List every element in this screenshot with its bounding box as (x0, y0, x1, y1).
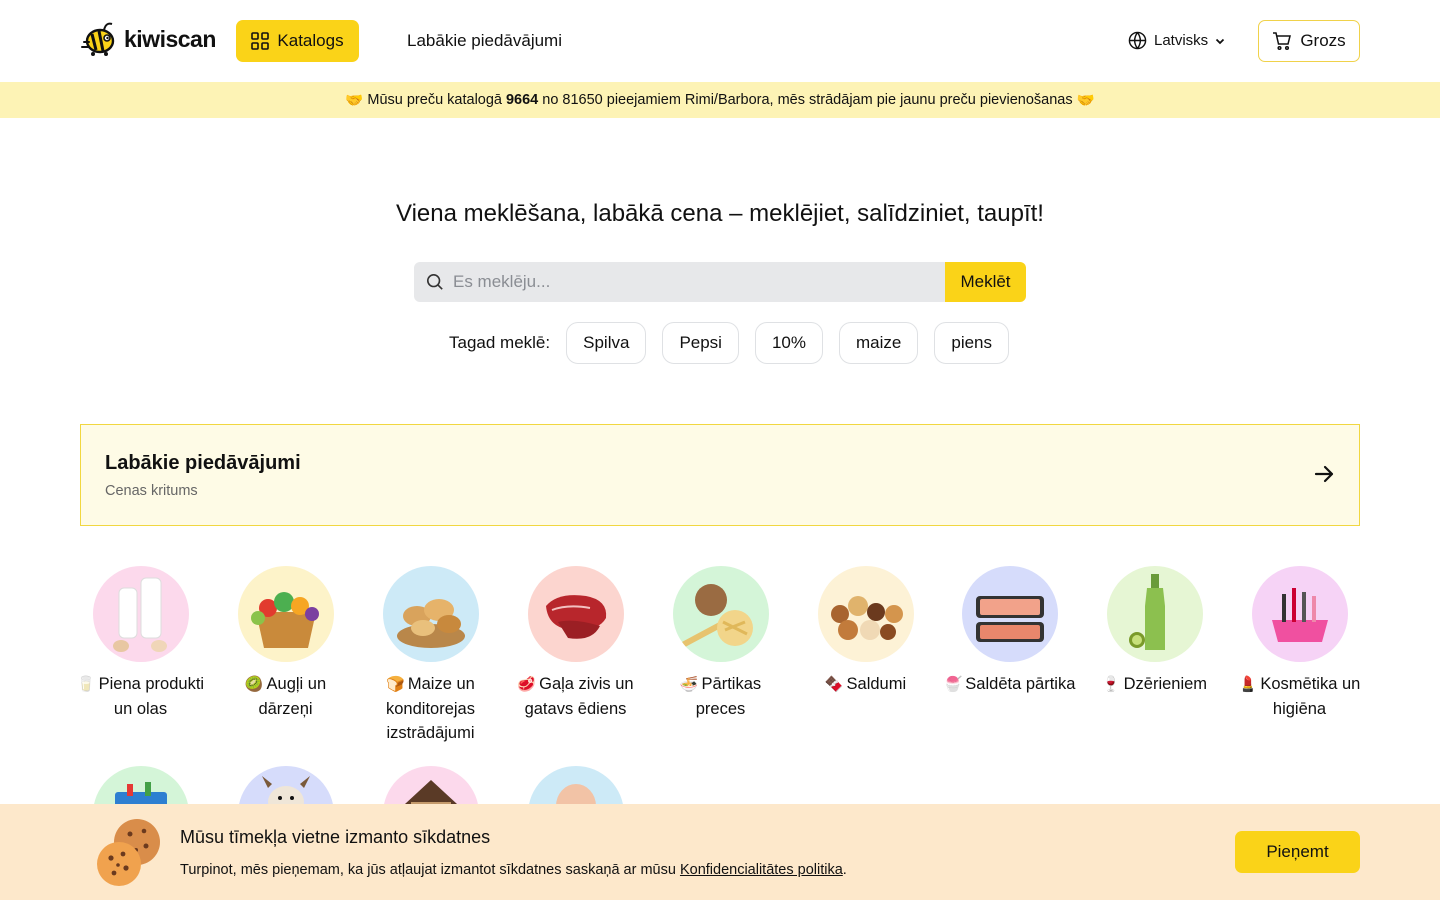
catalog-info-banner: 🤝 Mūsu preču katalogā 9664 no 81650 piee… (0, 82, 1440, 118)
category-cosmetics[interactable]: 💄 Kosmētika un higiēna (1232, 566, 1367, 721)
category-label: Pārtikas preces (695, 675, 762, 718)
category-label: Kosmētika un higiēna (1260, 675, 1361, 718)
category-emoji: 🍧 (943, 676, 963, 693)
cookie-title: Mūsu tīmekļa vietne izmanto sīkdatnes (180, 827, 491, 847)
category-emoji: 🥛 (76, 676, 96, 693)
bread-basket-icon (396, 599, 465, 648)
trending-label: Tagad meklē: (449, 333, 551, 352)
vegetable-basket-icon (250, 592, 319, 648)
frozen-tray-icon (975, 596, 1044, 642)
category-image (92, 566, 189, 662)
cookie-text-period: . (842, 862, 847, 878)
category-fruits-vegetables[interactable]: 🥝 Augļi un dārzeņi (218, 566, 353, 721)
category-image (1251, 566, 1348, 662)
hero-title: Viena meklēšana, labākā cena – meklējiet… (396, 200, 1044, 227)
banner-catalog-count: 9664 (505, 92, 539, 108)
milk-bottles-icon (112, 577, 167, 652)
cookie-icon (97, 819, 160, 886)
category-sweets[interactable]: 🍫 Saldumi (798, 566, 933, 697)
logo-text: kiwiscan (124, 25, 216, 52)
category-label: Saldēta pārtika (965, 675, 1076, 693)
banner-text-after: no 81650 pieejamiem Rimi/Barbora, mēs st… (542, 92, 1073, 108)
category-emoji: 💄 (1238, 676, 1258, 693)
category-emoji: 🍫 (824, 676, 844, 693)
category-emoji: 🥩 (517, 676, 537, 693)
category-meat-fish[interactable]: 🥩 Gaļa zivis un gatavs ēdiens (508, 566, 643, 721)
globe-icon (1128, 31, 1147, 50)
catalog-button-label: Katalogs (277, 31, 344, 50)
category-label: Piena produkti un olas (98, 675, 205, 718)
category-label: Augļi un dārzeņi (258, 675, 327, 718)
trending-chip[interactable]: piens (934, 322, 1009, 364)
meat-icon (545, 595, 606, 639)
trending-chip[interactable]: maize (839, 322, 919, 364)
category-image (382, 566, 479, 662)
search-button[interactable]: Meklēt (945, 262, 1026, 302)
category-image (672, 566, 769, 662)
cookie-consent-bar: Mūsu tīmekļa vietne izmanto sīkdatnes Tu… (0, 804, 1440, 900)
search-field[interactable] (414, 262, 945, 302)
category-dairy[interactable]: 🥛 Piena produkti un olas (73, 566, 208, 721)
trending-chip[interactable]: Pepsi (662, 322, 739, 364)
category-image (1106, 566, 1203, 662)
category-emoji: 🍞 (386, 676, 405, 693)
handshake-icon: 🤝 (345, 92, 364, 109)
trending-searches: Tagad meklē: Spilva Pepsi 10% maize pien… (449, 322, 1025, 364)
privacy-policy-link[interactable]: Konfidencialitātes politika (680, 862, 843, 878)
best-offers-title: Labākie piedāvājumi (105, 452, 301, 474)
cart-label: Grozs (1300, 31, 1346, 50)
logo[interactable]: kiwiscan (80, 20, 216, 58)
search-input[interactable] (453, 272, 923, 292)
handshake-icon: 🤝 (1076, 92, 1095, 109)
category-image (527, 566, 624, 662)
best-offers-subtitle: Cenas kritums (105, 483, 198, 499)
search-bar: Meklēt (414, 262, 1026, 302)
accept-cookies-button[interactable]: Pieņemt (1235, 831, 1360, 873)
category-label: Dzērieniem (1123, 675, 1208, 693)
cosmetics-icon (1271, 588, 1328, 642)
nav-best-offers-link[interactable]: Labākie piedāvājumi (407, 31, 562, 51)
banner-text-before: Mūsu preču katalogā (367, 92, 502, 108)
grid-icon (251, 32, 270, 50)
bee-logo-icon (81, 22, 115, 56)
category-emoji: 🍷 (1101, 676, 1121, 693)
catalog-button[interactable]: Katalogs (236, 20, 359, 62)
category-bakery[interactable]: 🍞 Maize un konditorejas izstrādājumi (363, 566, 498, 745)
language-selector[interactable]: Latvisks (1128, 31, 1225, 50)
category-image (961, 566, 1058, 662)
cart-icon (1273, 32, 1292, 51)
search-icon (426, 273, 443, 290)
category-image (817, 566, 914, 662)
category-emoji: 🍜 (679, 676, 699, 693)
trending-chip[interactable]: Spilva (566, 322, 647, 364)
cookie-text-body: Turpinot, mēs pieņemam, ka jūs atļaujat … (180, 862, 676, 878)
category-label: Gaļa zivis un gatavs ēdiens (524, 675, 634, 718)
category-label: Saldumi (846, 675, 907, 693)
category-frozen[interactable]: 🍧 Saldēta pārtika (942, 566, 1077, 697)
pasta-grains-icon (675, 584, 753, 651)
trending-chip[interactable]: 10% (754, 322, 823, 364)
category-drinks[interactable]: 🍷 Dzērieniem (1087, 566, 1222, 697)
best-offers-card[interactable]: Labākie piedāvājumi Cenas kritums (80, 424, 1360, 526)
language-label: Latvisks (1154, 32, 1209, 49)
top-header: kiwiscan Katalogs Labākie piedāvājumi La… (0, 0, 1440, 82)
drink-bottle-icon (1128, 574, 1165, 650)
category-image (237, 566, 334, 662)
sweets-icon (830, 596, 903, 640)
chevron-down-icon (1216, 38, 1225, 44)
cart-button[interactable]: Grozs (1258, 20, 1360, 62)
category-groceries[interactable]: 🍜 Pārtikas preces (653, 566, 788, 721)
category-emoji: 🥝 (244, 676, 264, 693)
arrow-right-icon (1314, 465, 1334, 483)
cookie-text: Turpinot, mēs pieņemam, ka jūs atļaujat … (180, 862, 847, 878)
